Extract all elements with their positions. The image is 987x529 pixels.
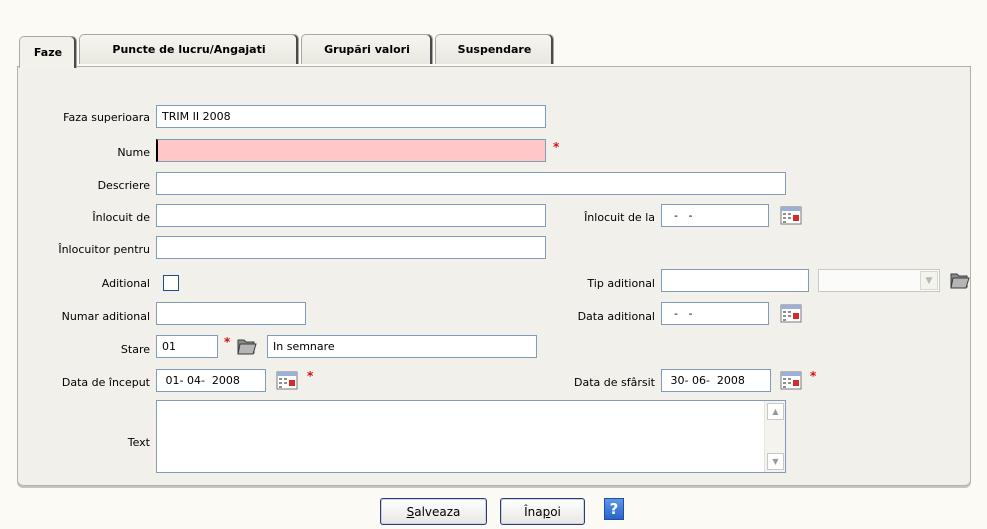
save-accelerator: S <box>406 504 415 519</box>
back-button[interactable]: Îna p oi <box>500 498 585 525</box>
numar-aditional-input[interactable] <box>156 302 306 325</box>
calendar-icon[interactable] <box>276 371 298 390</box>
numar-aditional-label: Numar aditional <box>61 310 150 323</box>
data-inceput-date[interactable]: 01- 04- 2008 <box>156 369 266 392</box>
text-label: Text <box>127 436 150 449</box>
tip-aditional-input[interactable] <box>661 269 809 292</box>
inlocuit-de-input[interactable] <box>156 204 546 227</box>
tab-grupari-valori[interactable]: Grupări valori <box>301 34 433 64</box>
save-label-rest: alveaza <box>414 504 461 519</box>
data-sfarsit-label: Data de sfârsit <box>574 376 655 389</box>
data-aditional-date[interactable]: - - <box>661 302 769 325</box>
calendar-icon[interactable] <box>780 371 802 390</box>
nume-label: Nume <box>117 146 150 159</box>
tip-aditional-label: Tip aditional <box>587 277 655 290</box>
stare-code-input[interactable]: 01 <box>156 335 218 358</box>
inlocuit-de-label: Înlocuit de <box>92 211 150 224</box>
tab-label: Faze <box>33 46 63 59</box>
faza-superioara-label: Faza superioara <box>63 111 150 124</box>
folder-icon[interactable] <box>236 336 258 356</box>
save-button[interactable]: Salveaza <box>380 498 487 525</box>
tab-puncte-de-lucru[interactable]: Puncte de lucru/Angajati <box>79 34 299 64</box>
text-scrollbar[interactable]: ▲ ▼ <box>764 401 785 472</box>
inlocuitor-pentru-input[interactable] <box>156 236 546 259</box>
folder-icon[interactable] <box>949 270 971 290</box>
stare-label: Stare <box>120 343 150 356</box>
stare-required-mark: * <box>224 335 231 349</box>
aditional-checkbox[interactable] <box>163 275 179 291</box>
faza-superioara-input[interactable]: TRIM II 2008 <box>156 105 546 128</box>
descriere-input[interactable] <box>156 172 786 195</box>
nume-input[interactable] <box>156 139 546 162</box>
scroll-up-icon[interactable]: ▲ <box>767 403 784 420</box>
data-aditional-label: Data aditional <box>577 310 655 323</box>
back-label-rest: oi <box>550 504 561 519</box>
data-sfarsit-date[interactable]: 30- 06- 2008 <box>661 369 771 392</box>
descriere-label: Descriere <box>97 179 150 192</box>
tab-label: Suspendare <box>457 43 532 56</box>
chevron-down-icon[interactable]: ▼ <box>920 271 938 290</box>
tab-suspendare[interactable]: Suspendare <box>435 34 554 64</box>
tip-aditional-select[interactable]: ▼ <box>818 269 940 292</box>
help-icon[interactable]: ? <box>604 498 624 520</box>
inlocuit-de-la-label: Înlocuit de la <box>584 211 655 224</box>
scroll-down-icon[interactable]: ▼ <box>767 453 784 470</box>
aditional-label: Aditional <box>101 277 150 290</box>
back-accelerator: p <box>542 504 551 519</box>
back-label-prefix: Îna <box>524 504 543 519</box>
nume-required-mark: * <box>553 140 560 154</box>
tab-faze[interactable]: Faze <box>19 36 77 68</box>
text-area[interactable]: ▲ ▼ <box>156 400 786 473</box>
help-label: ? <box>609 500 619 518</box>
tab-label: Grupări valori <box>324 43 410 56</box>
stare-name-input[interactable]: In semnare <box>267 335 537 358</box>
calendar-icon[interactable] <box>780 206 802 225</box>
inlocuitor-pentru-label: Înlocuitor pentru <box>58 243 150 256</box>
data-inceput-required-mark: * <box>307 369 314 383</box>
tab-label: Puncte de lucru/Angajati <box>112 43 266 56</box>
data-sfarsit-required-mark: * <box>810 369 817 383</box>
data-inceput-label: Data de început <box>61 376 150 389</box>
calendar-icon[interactable] <box>780 304 802 323</box>
inlocuit-de-la-date[interactable]: - - <box>661 204 769 227</box>
